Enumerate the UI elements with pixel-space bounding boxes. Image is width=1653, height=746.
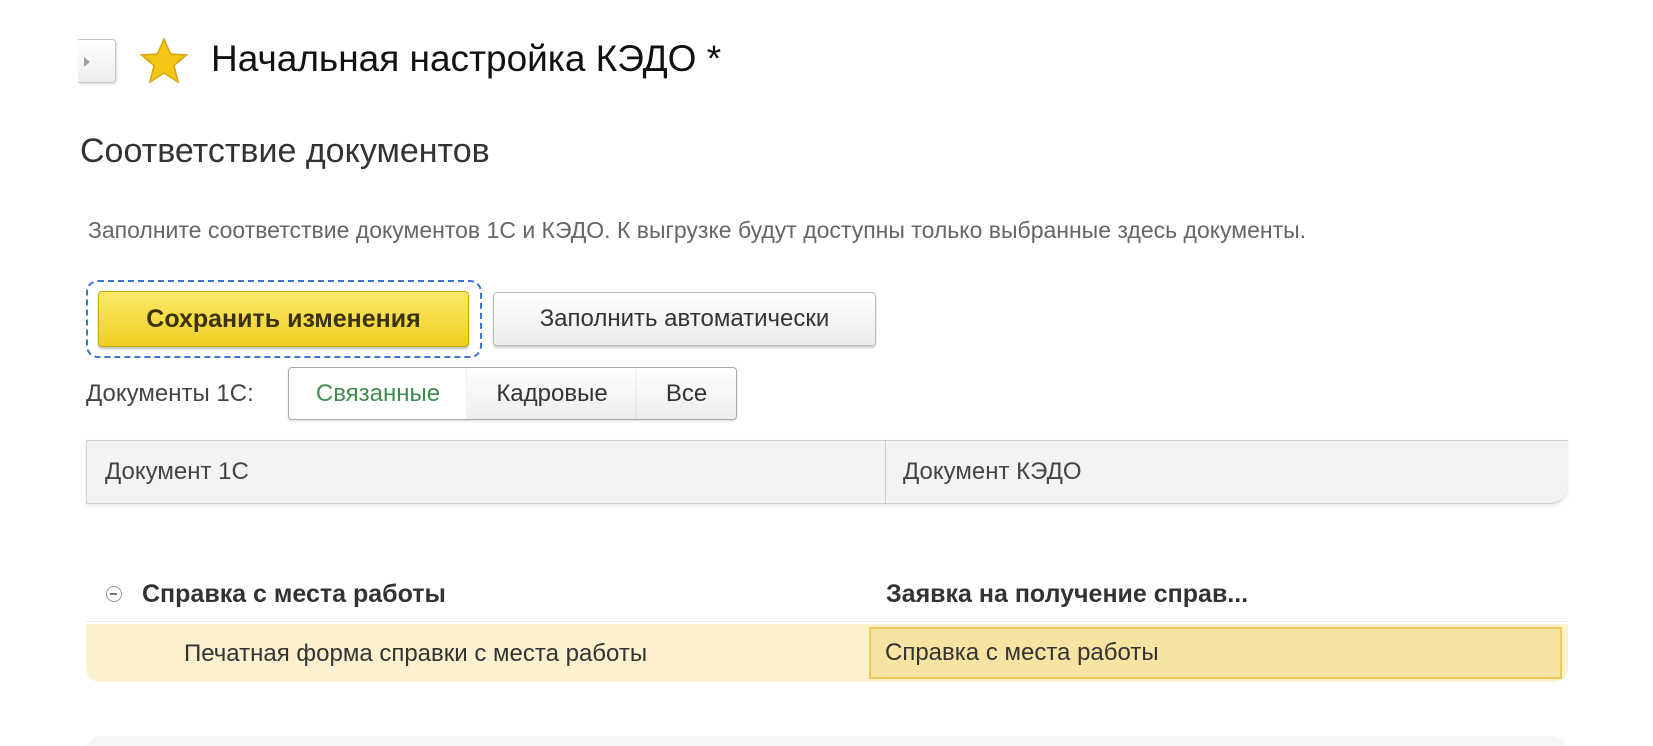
save-button[interactable]: Сохранить изменения (98, 291, 469, 347)
row-kedo-document-cell[interactable]: Справка с места работы (869, 627, 1562, 679)
section-title: Соответствие документов (80, 132, 490, 170)
filter-option-linked[interactable]: Связанные (288, 367, 468, 420)
table-group-row[interactable]: Справка с места работы Заявка на получен… (86, 566, 1568, 622)
page-title: Начальная настройка КЭДО * (211, 38, 722, 79)
row-1c-document: Печатная форма справки с места работы (184, 640, 648, 667)
table-header: Документ 1С Документ КЭДО (86, 440, 1568, 504)
column-header-1c[interactable]: Документ 1С (87, 441, 886, 503)
bottom-panel (86, 736, 1568, 746)
column-header-kedo[interactable]: Документ КЭДО (886, 441, 1569, 503)
auto-fill-button[interactable]: Заполнить автоматически (493, 292, 876, 346)
group-kedo-document: Заявка на получение справ... (886, 580, 1249, 608)
chevron-right-icon (84, 57, 90, 67)
table-row[interactable]: Печатная форма справки с места работы Сп… (86, 624, 1568, 682)
filter-label: Документы 1С: (86, 380, 254, 407)
filter-option-hr[interactable]: Кадровые (467, 367, 638, 420)
app-window: Начальная настройка КЭДО * Соответствие … (0, 0, 1653, 746)
star-icon[interactable] (138, 37, 190, 85)
collapse-icon[interactable] (106, 586, 122, 602)
group-name: Справка с места работы (142, 580, 446, 608)
nav-expand-button[interactable] (78, 39, 116, 83)
filter-option-all[interactable]: Все (637, 367, 737, 420)
hint-text: Заполните соответствие документов 1С и К… (88, 217, 1307, 243)
